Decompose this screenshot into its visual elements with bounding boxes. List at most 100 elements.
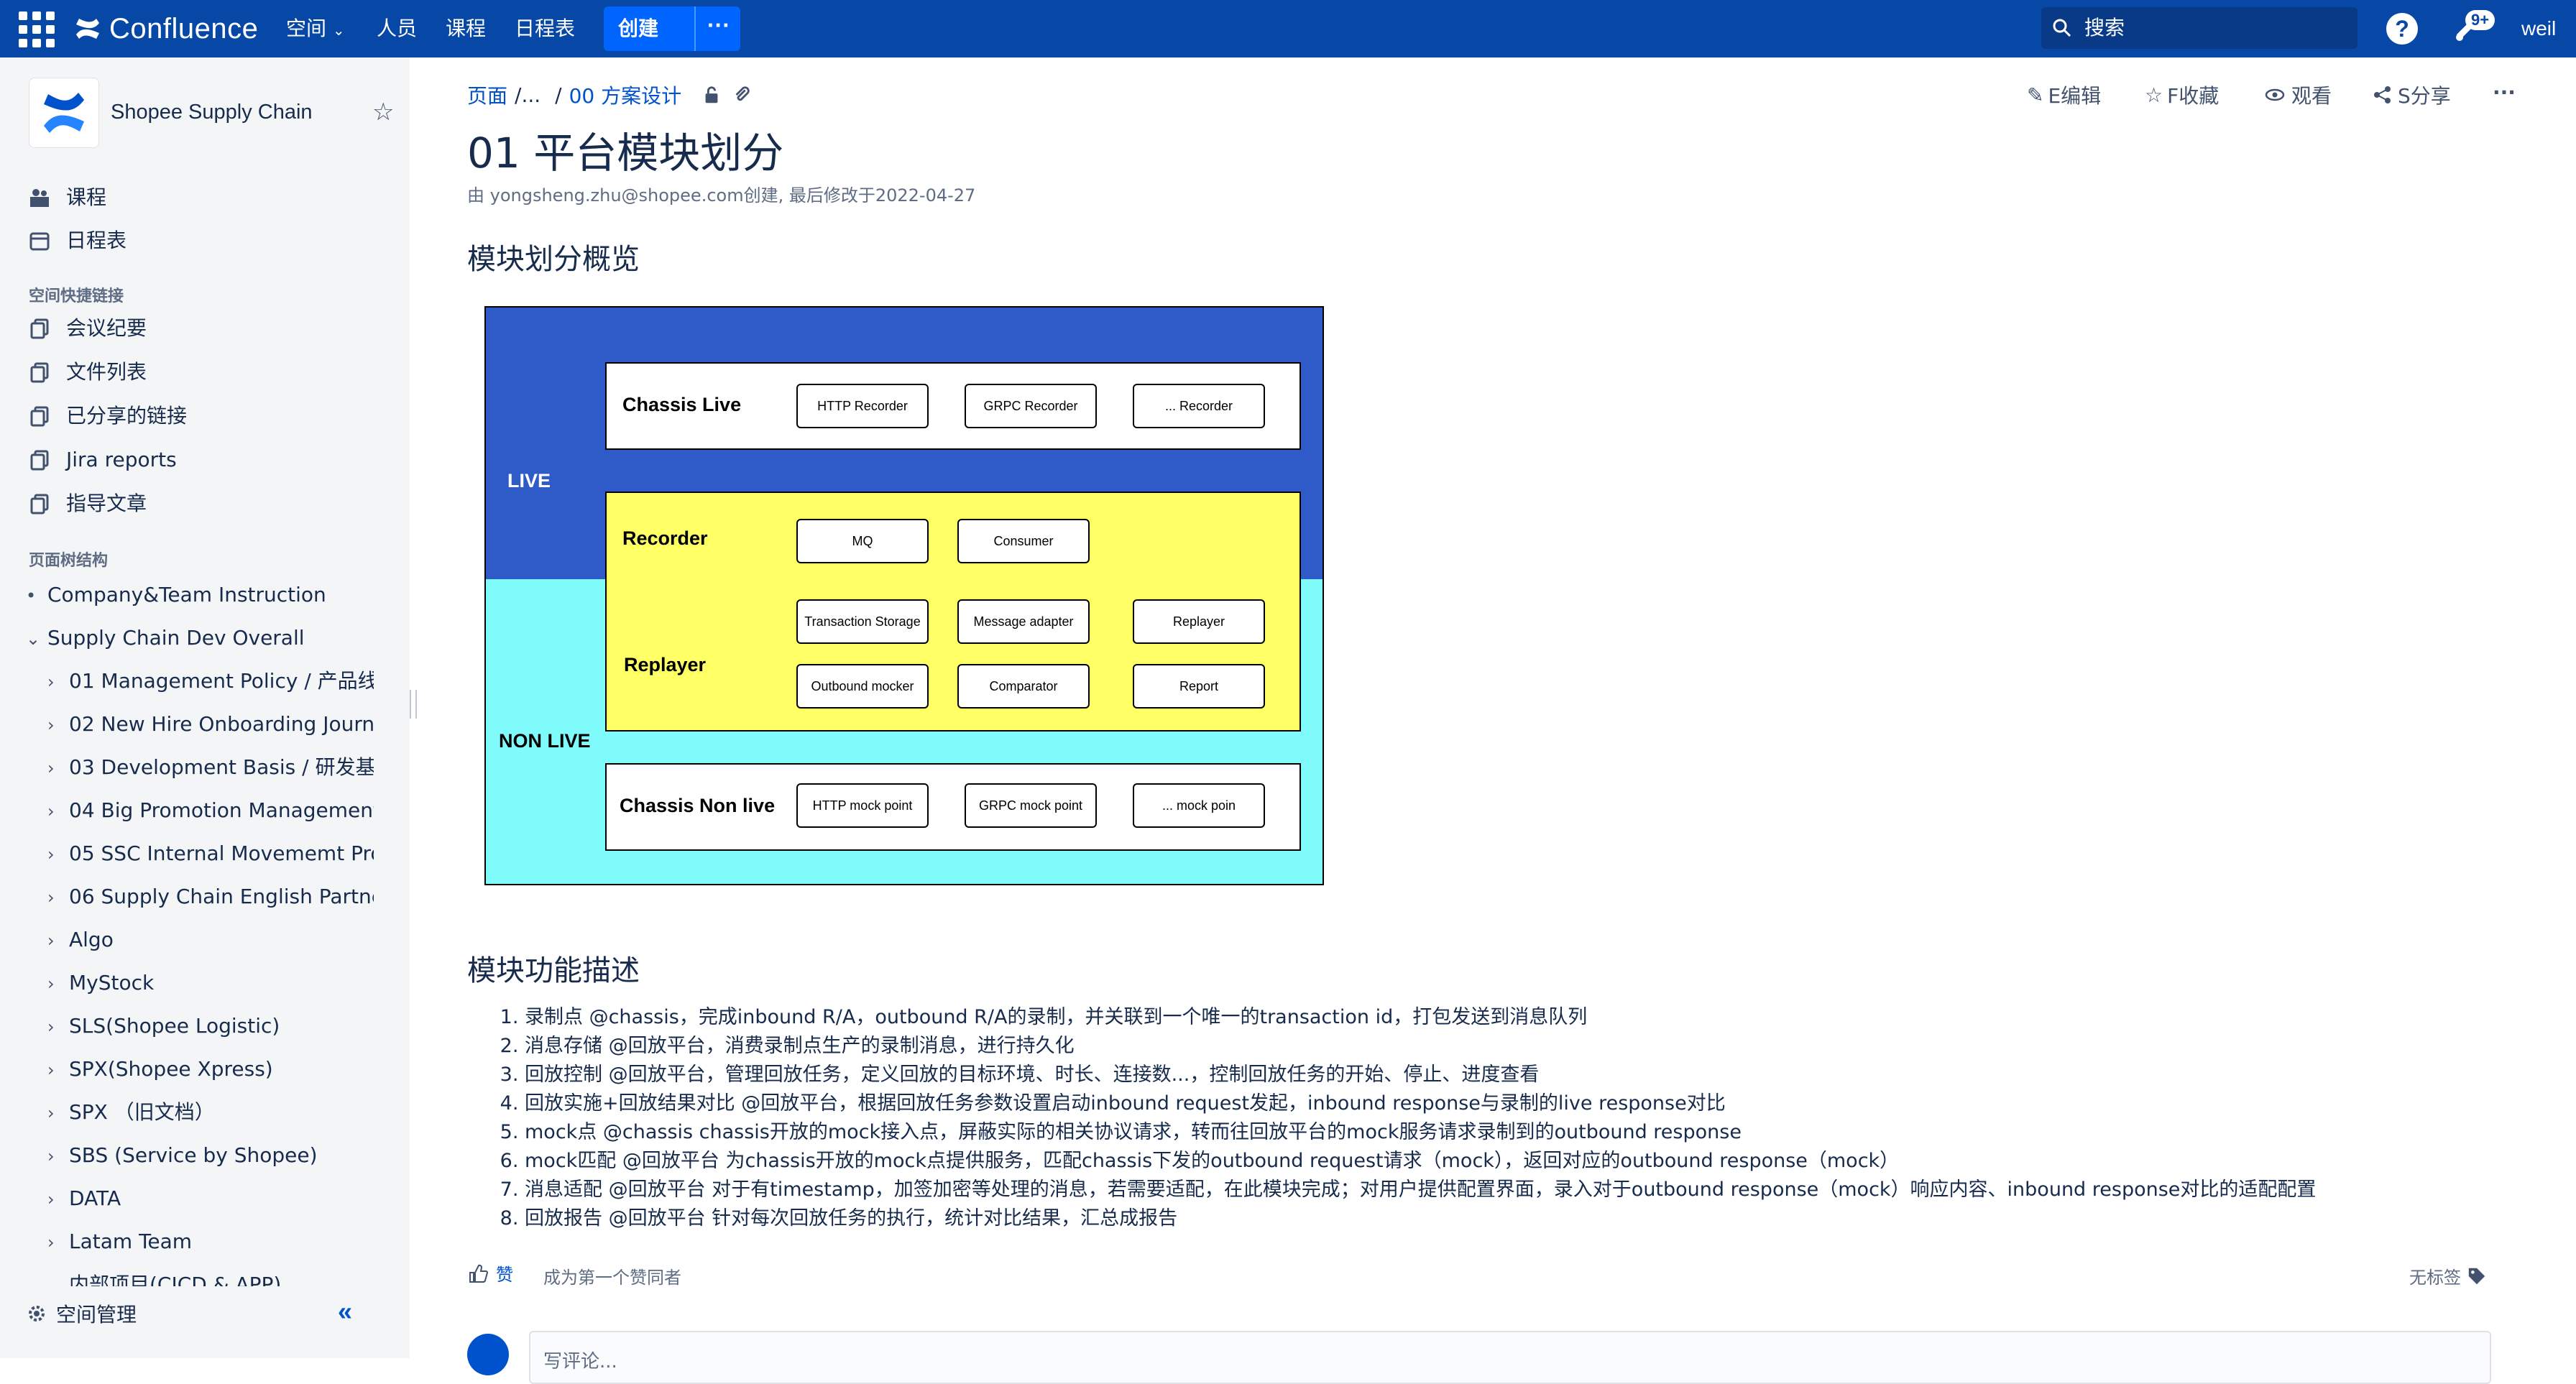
watch-button[interactable]: 观看 (2264, 80, 2332, 109)
share-button[interactable]: S分享 (2372, 80, 2451, 109)
bullet-icon[interactable]: • (26, 576, 47, 615)
module-description-list: 录制点 @chassis，完成inbound R/A，outbound R/A的… (467, 1003, 2316, 1233)
page-tree-item[interactable]: › SPX(Shopee Xpress) (47, 1049, 374, 1089)
avatar (467, 1334, 509, 1375)
page-tree-label: Supply Chain Dev Overall (47, 626, 305, 650)
search-box[interactable]: 搜索 (2041, 7, 2358, 49)
nonlive-label: NON LIVE (499, 730, 591, 752)
eye-icon (2265, 88, 2285, 101)
favorite-star-icon[interactable]: ☆ (372, 98, 394, 126)
breadcrumb-ellipsis[interactable]: /... (515, 83, 540, 107)
page-tree-label: SPX(Shopee Xpress) (69, 1057, 273, 1081)
comment-placeholder: 写评论... (543, 1351, 617, 1373)
confluence-logo[interactable]: Confluence (73, 10, 258, 47)
favorite-button[interactable]: ☆ F收藏 (2145, 80, 2219, 109)
space-logo-icon (44, 93, 84, 133)
space-settings-button[interactable]: 空间管理 (26, 1299, 137, 1328)
page-title: 01 平台模块划分 (467, 129, 784, 177)
help-icon[interactable]: ? (2386, 13, 2418, 45)
attachment-icon[interactable] (732, 85, 752, 105)
app-switcher-icon[interactable] (19, 11, 55, 47)
chevron-down-icon[interactable]: ⌄ (26, 619, 47, 658)
shortcut-file-list[interactable]: 文件列表 (29, 353, 147, 392)
page-tree-item[interactable]: › SLS(Shopee Logistic) (47, 1006, 374, 1046)
module-diagram: LIVE NON LIVE Chassis Live HTTP Recorder… (484, 306, 1324, 885)
page-tree-item[interactable]: › 06 Supply Chain English Partner (47, 877, 374, 917)
page-tree-label: Company&Team Instruction (47, 583, 326, 606)
chevron-right-icon[interactable]: › (47, 921, 69, 960)
page-tree-item[interactable]: ⌄ Supply Chain Dev Overall (26, 618, 374, 658)
page-tree-item[interactable]: › 05 SSC Internal Movememt Prog (47, 834, 374, 874)
page-tree-item[interactable]: › Latam Team (47, 1222, 374, 1262)
page-tree-item[interactable]: • Company&Team Instruction (26, 575, 374, 615)
outbound-mocker: Outbound mocker (796, 664, 929, 709)
page-tree-item[interactable]: › SPX （旧文档） (47, 1092, 374, 1132)
other-mock-point: ... mock poin (1133, 783, 1265, 828)
breadcrumb-pages[interactable]: 页面 (467, 80, 507, 109)
page-tree-label: Algo (69, 928, 114, 951)
user-menu[interactable]: weil (2521, 0, 2556, 57)
sidebar-resize-handle[interactable] (410, 690, 417, 719)
chassis-live-title: Chassis Live (622, 394, 742, 415)
confluence-logo-icon (76, 19, 99, 39)
create-button-group: 创建 ··· (604, 6, 740, 51)
chevron-right-icon[interactable]: › (47, 791, 69, 831)
breadcrumb-separator: / (555, 83, 562, 107)
page-tree-item[interactable]: › Algo (47, 920, 374, 960)
more-actions-button[interactable]: ··· (2493, 80, 2516, 104)
create-more-button[interactable]: ··· (694, 6, 742, 51)
shortcut-jira-reports[interactable]: Jira reports (29, 440, 177, 479)
space-name[interactable]: Shopee Supply Chain (111, 101, 313, 124)
http-recorder: HTTP Recorder (796, 384, 929, 428)
chevron-right-icon[interactable]: › (47, 1179, 69, 1219)
chevron-right-icon[interactable]: › (47, 1136, 69, 1176)
create-button[interactable]: 创建 (618, 6, 658, 51)
collapse-sidebar-icon[interactable]: « (338, 1296, 352, 1327)
page-tree-item[interactable]: › DATA (47, 1178, 374, 1219)
pencil-icon: ✎ (2027, 83, 2044, 107)
chevron-right-icon[interactable]: › (47, 834, 69, 874)
edit-button[interactable]: ✎ E编辑 (2027, 80, 2101, 109)
shortcut-guide-articles[interactable]: 指导文章 (29, 484, 147, 523)
nav-courses[interactable]: 课程 (446, 0, 486, 57)
page-tree-label: MyStock (69, 971, 155, 995)
other-recorder: ... Recorder (1133, 384, 1265, 428)
chevron-right-icon[interactable]: › (47, 1050, 69, 1089)
labels-area[interactable]: 无标签 (2409, 1263, 2487, 1288)
page-tree-item[interactable]: › SBS (Service by Shopee) (47, 1135, 374, 1176)
http-mock-point: HTTP mock point (796, 783, 929, 828)
page-tree-item[interactable]: › 03 Development Basis / 研发基础 (47, 747, 374, 788)
page-tree-item[interactable]: › 02 New Hire Onboarding Journe (47, 704, 374, 744)
sidebar-footer: 空间管理 « (0, 1286, 410, 1358)
chevron-right-icon[interactable]: › (47, 1222, 69, 1262)
page-tree-item[interactable]: › 04 Big Promotion Management / (47, 790, 374, 831)
page-tree-item[interactable]: › 01 Management Policy / 产品线管 (47, 661, 374, 701)
lock-icon[interactable] (702, 85, 722, 105)
chevron-right-icon[interactable]: › (47, 1093, 69, 1132)
like-button[interactable]: 赞 (467, 1260, 513, 1286)
space-logo[interactable] (29, 78, 99, 148)
sidebar-item-calendar[interactable]: 日程表 (29, 221, 126, 260)
consumer-component: Consumer (957, 519, 1090, 563)
chevron-right-icon[interactable]: › (47, 877, 69, 917)
list-item: 回放控制 @回放平台，管理回放任务，定义回放的目标环境、时长、连接数...，控制… (525, 1061, 2316, 1089)
page-tree-label: 03 Development Basis / 研发基础 (69, 755, 374, 779)
courses-icon (30, 189, 49, 207)
nav-people[interactable]: 人员 (377, 0, 417, 57)
nav-spaces[interactable]: 空间 ⌄ (286, 0, 345, 57)
page-tree-item[interactable]: › MyStock (47, 963, 374, 1003)
nav-calendar[interactable]: 日程表 (515, 0, 575, 57)
page-tree-label: 01 Management Policy / 产品线管 (69, 669, 374, 693)
chevron-right-icon[interactable]: › (47, 705, 69, 744)
comment-input[interactable]: 写评论... (529, 1331, 2491, 1384)
chevron-right-icon[interactable]: › (47, 748, 69, 788)
shortcut-shared-links[interactable]: 已分享的链接 (29, 397, 187, 435)
chevron-right-icon[interactable]: › (47, 662, 69, 701)
chevron-right-icon[interactable]: › (47, 964, 69, 1003)
shortcut-meeting-notes[interactable]: 会议纪要 (29, 309, 147, 348)
sidebar-item-courses[interactable]: 课程 (29, 178, 106, 217)
comparator: Comparator (957, 664, 1090, 709)
breadcrumb-parent[interactable]: 00 方案设计 (569, 80, 682, 109)
page-tree-label: Latam Team (69, 1230, 193, 1253)
chevron-right-icon[interactable]: › (47, 1007, 69, 1046)
